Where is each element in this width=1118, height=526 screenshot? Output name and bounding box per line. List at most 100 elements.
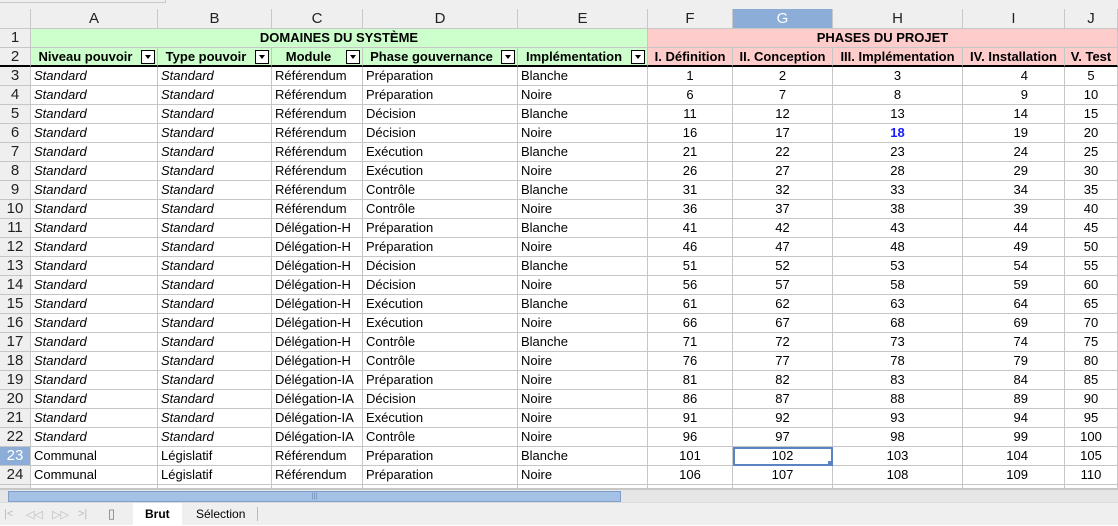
row-header-16[interactable]: 16	[0, 314, 31, 333]
name-box[interactable]	[0, 0, 166, 3]
cell-E4[interactable]: Noire	[518, 86, 648, 105]
cell-J15[interactable]: 65	[1065, 295, 1118, 314]
cell-B18[interactable]: Standard	[158, 352, 272, 371]
cell-F9[interactable]: 31	[648, 181, 733, 200]
column-header-D[interactable]: D	[363, 9, 518, 29]
cell-B24[interactable]: Législatif	[158, 466, 272, 485]
cell-D23[interactable]: Préparation	[363, 447, 518, 466]
cell-A6[interactable]: Standard	[31, 124, 158, 143]
cell-A7[interactable]: Standard	[31, 143, 158, 162]
column-header-J[interactable]: J	[1065, 9, 1118, 29]
cell-J10[interactable]: 40	[1065, 200, 1118, 219]
cell-A21[interactable]: Standard	[31, 409, 158, 428]
cell-A3[interactable]: Standard	[31, 67, 158, 86]
cell-E17[interactable]: Blanche	[518, 333, 648, 352]
cell-D6[interactable]: Décision	[363, 124, 518, 143]
cell-D22[interactable]: Contrôle	[363, 428, 518, 447]
cell-A16[interactable]: Standard	[31, 314, 158, 333]
cell-I13[interactable]: 54	[963, 257, 1065, 276]
cell-J13[interactable]: 55	[1065, 257, 1118, 276]
cell-H8[interactable]: 28	[833, 162, 963, 181]
row-header-21[interactable]: 21	[0, 409, 31, 428]
cell-F10[interactable]: 36	[648, 200, 733, 219]
cell-D3[interactable]: Préparation	[363, 67, 518, 86]
row-header-9[interactable]: 9	[0, 181, 31, 200]
cell-D17[interactable]: Contrôle	[363, 333, 518, 352]
cell-E7[interactable]: Blanche	[518, 143, 648, 162]
cell-I10[interactable]: 39	[963, 200, 1065, 219]
cell-I22[interactable]: 99	[963, 428, 1065, 447]
autofilter-dropdown-icon[interactable]	[346, 50, 360, 64]
column-title-I[interactable]: IV. Installation	[963, 48, 1065, 67]
cell-C14[interactable]: Délégation-H	[272, 276, 363, 295]
cell-C3[interactable]: Référendum	[272, 67, 363, 86]
cell-D18[interactable]: Contrôle	[363, 352, 518, 371]
cell-C20[interactable]: Délégation-IA	[272, 390, 363, 409]
cell-E3[interactable]: Blanche	[518, 67, 648, 86]
cell-F23[interactable]: 101	[648, 447, 733, 466]
cell-F11[interactable]: 41	[648, 219, 733, 238]
cell-B21[interactable]: Standard	[158, 409, 272, 428]
cell-E18[interactable]: Noire	[518, 352, 648, 371]
cell-F18[interactable]: 76	[648, 352, 733, 371]
cell-E8[interactable]: Noire	[518, 162, 648, 181]
cell-I23[interactable]: 104	[963, 447, 1065, 466]
cell-G11[interactable]: 42	[733, 219, 833, 238]
cell-G12[interactable]: 47	[733, 238, 833, 257]
cell-C7[interactable]: Référendum	[272, 143, 363, 162]
cell-D21[interactable]: Exécution	[363, 409, 518, 428]
cell-J9[interactable]: 35	[1065, 181, 1118, 200]
cell-J16[interactable]: 70	[1065, 314, 1118, 333]
cell-J7[interactable]: 25	[1065, 143, 1118, 162]
row-header-6[interactable]: 6	[0, 124, 31, 143]
cell-E23[interactable]: Blanche	[518, 447, 648, 466]
cell-A19[interactable]: Standard	[31, 371, 158, 390]
domains-title[interactable]: DOMAINES DU SYSTÈME	[31, 29, 648, 48]
cell-E16[interactable]: Noire	[518, 314, 648, 333]
column-title-H[interactable]: III. Implémentation	[833, 48, 963, 67]
cell-E24[interactable]: Noire	[518, 466, 648, 485]
cell-E21[interactable]: Noire	[518, 409, 648, 428]
cell-B14[interactable]: Standard	[158, 276, 272, 295]
cell-F16[interactable]: 66	[648, 314, 733, 333]
cell-D4[interactable]: Préparation	[363, 86, 518, 105]
cell-J6[interactable]: 20	[1065, 124, 1118, 143]
cell-H9[interactable]: 33	[833, 181, 963, 200]
row-header-24[interactable]: 24	[0, 466, 31, 485]
cell-G18[interactable]: 77	[733, 352, 833, 371]
cell-I18[interactable]: 79	[963, 352, 1065, 371]
last-sheet-icon[interactable]: >|	[78, 508, 87, 520]
column-title-A[interactable]: Niveau pouvoir	[31, 48, 158, 67]
cell-D13[interactable]: Décision	[363, 257, 518, 276]
cell-B15[interactable]: Standard	[158, 295, 272, 314]
cell-G20[interactable]: 87	[733, 390, 833, 409]
cell-B16[interactable]: Standard	[158, 314, 272, 333]
cell-A17[interactable]: Standard	[31, 333, 158, 352]
cell-I11[interactable]: 44	[963, 219, 1065, 238]
cell-F15[interactable]: 61	[648, 295, 733, 314]
cell-H7[interactable]: 23	[833, 143, 963, 162]
row-header-19[interactable]: 19	[0, 371, 31, 390]
cell-D16[interactable]: Exécution	[363, 314, 518, 333]
cell-A15[interactable]: Standard	[31, 295, 158, 314]
cell-J11[interactable]: 45	[1065, 219, 1118, 238]
cell-J3[interactable]: 5	[1065, 67, 1118, 86]
cell-B5[interactable]: Standard	[158, 105, 272, 124]
cell-E20[interactable]: Noire	[518, 390, 648, 409]
cell-A20[interactable]: Standard	[31, 390, 158, 409]
cell-G16[interactable]: 67	[733, 314, 833, 333]
cell-J8[interactable]: 30	[1065, 162, 1118, 181]
cell-G3[interactable]: 2	[733, 67, 833, 86]
cell-H3[interactable]: 3	[833, 67, 963, 86]
row-header-20[interactable]: 20	[0, 390, 31, 409]
row-header-18[interactable]: 18	[0, 352, 31, 371]
cell-B6[interactable]: Standard	[158, 124, 272, 143]
row-header-8[interactable]: 8	[0, 162, 31, 181]
row-header-1[interactable]: 1	[0, 29, 31, 48]
cell-I9[interactable]: 34	[963, 181, 1065, 200]
cell-I19[interactable]: 84	[963, 371, 1065, 390]
column-title-C[interactable]: Module	[272, 48, 363, 67]
cell-A9[interactable]: Standard	[31, 181, 158, 200]
cell-I15[interactable]: 64	[963, 295, 1065, 314]
cell-A14[interactable]: Standard	[31, 276, 158, 295]
